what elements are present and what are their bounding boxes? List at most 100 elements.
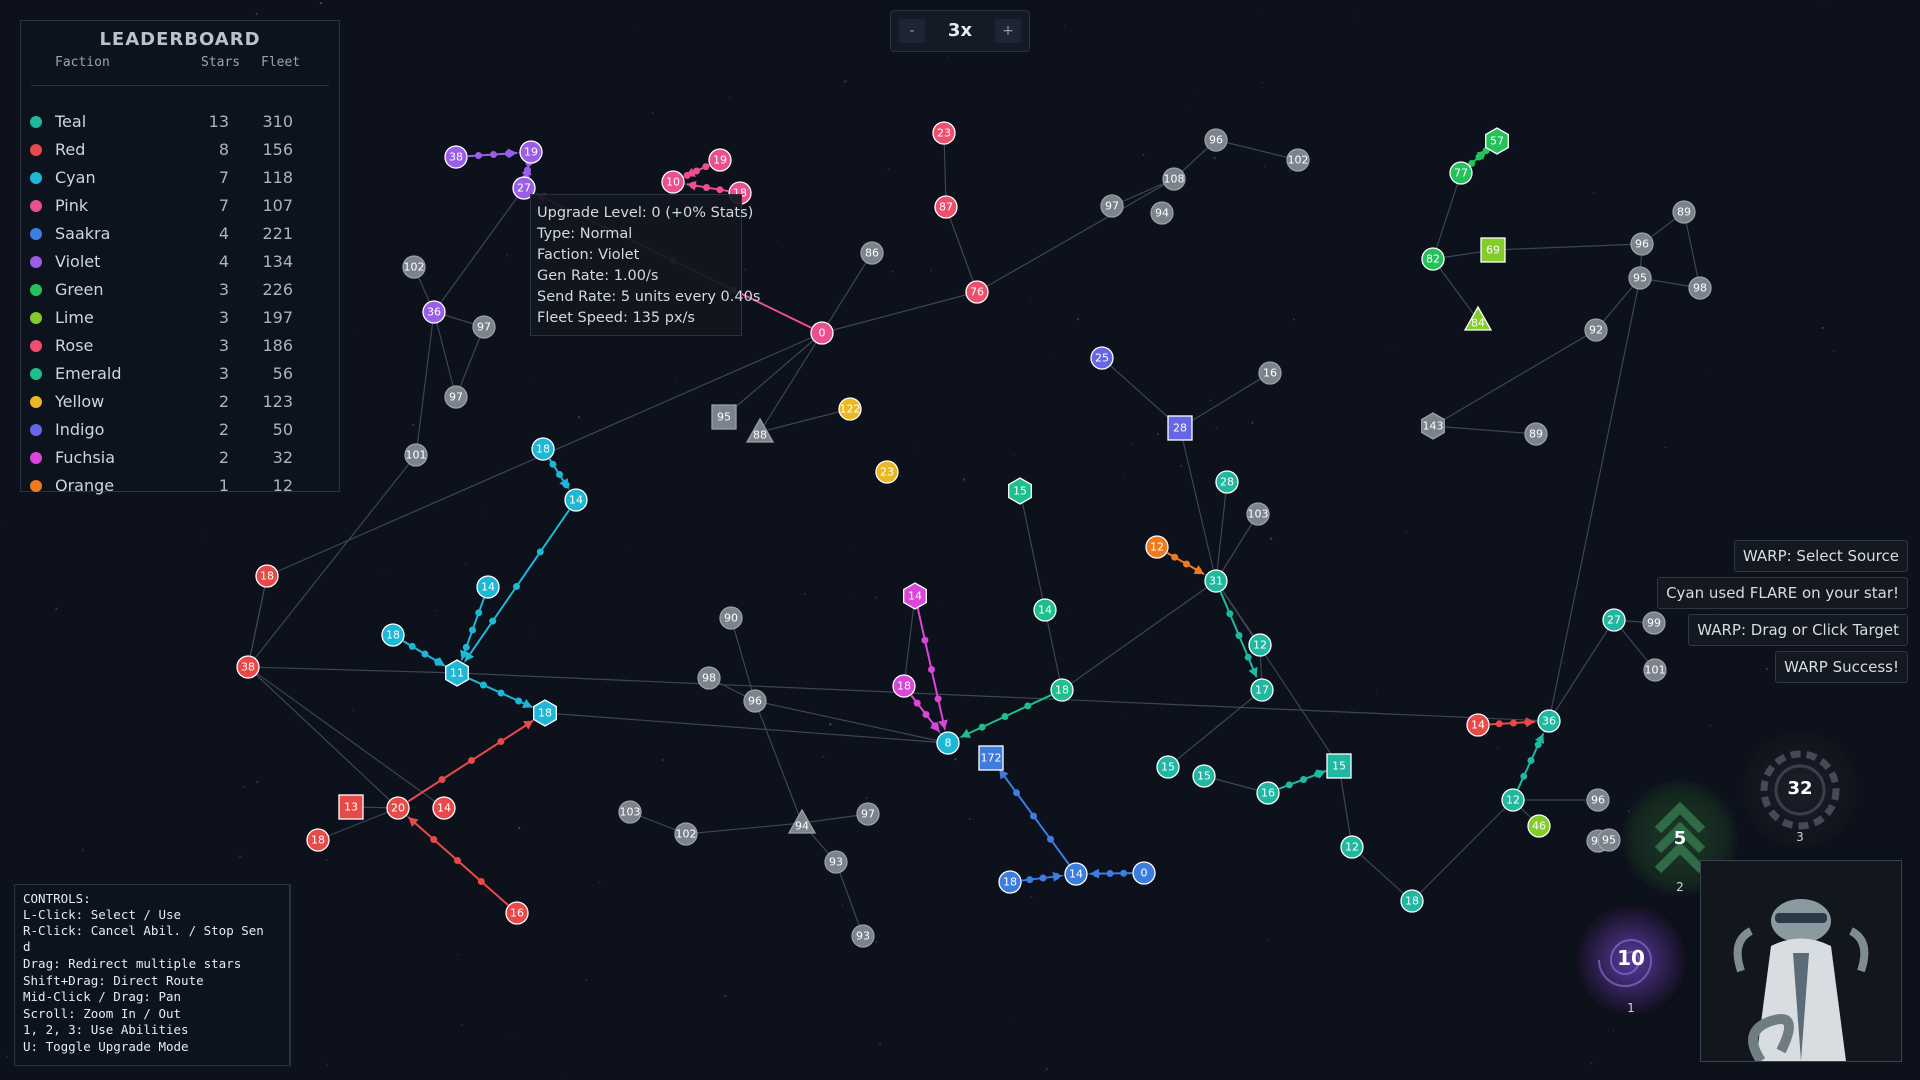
star-neutral-circle[interactable]: 101 bbox=[1643, 658, 1667, 682]
star-teal-circle[interactable]: 15 bbox=[1192, 764, 1216, 788]
star-emerald-hexagon[interactable]: 15 bbox=[1008, 477, 1032, 505]
zoom-in-button[interactable]: + bbox=[995, 19, 1021, 43]
star-cyan-hexagon[interactable]: 18 bbox=[533, 699, 557, 727]
star-pink-circle[interactable]: 19 bbox=[708, 148, 732, 172]
star-teal-circle[interactable]: 15 bbox=[1156, 755, 1180, 779]
star-red-circle[interactable]: 20 bbox=[386, 796, 410, 820]
star-neutral-circle[interactable]: 102 bbox=[1286, 148, 1310, 172]
star-teal-circle[interactable]: 12 bbox=[1501, 788, 1525, 812]
star-neutral-hexagon[interactable]: 143 bbox=[1421, 412, 1445, 440]
background-star bbox=[1765, 667, 1769, 670]
star-neutral-circle[interactable]: 96 bbox=[1586, 788, 1610, 812]
star-saakra-circle[interactable]: 14 bbox=[1064, 862, 1088, 886]
star-neutral-circle[interactable]: 97 bbox=[856, 802, 880, 826]
background-star bbox=[776, 240, 779, 242]
star-pink-circle[interactable]: 10 bbox=[661, 170, 685, 194]
star-neutral-circle[interactable]: 102 bbox=[402, 255, 426, 279]
star-neutral-triangle[interactable]: 88 bbox=[745, 417, 775, 443]
star-rose-circle[interactable]: 76 bbox=[965, 280, 989, 304]
star-teal-circle[interactable]: 27 bbox=[1602, 608, 1626, 632]
star-cyan-circle[interactable]: 14 bbox=[476, 575, 500, 599]
star-neutral-square[interactable]: 95 bbox=[711, 404, 737, 430]
faction-stars: 7 bbox=[218, 168, 229, 187]
star-neutral-circle[interactable]: 96 bbox=[1204, 128, 1228, 152]
star-neutral-circle[interactable]: 89 bbox=[1672, 200, 1696, 224]
star-yellow-circle[interactable]: 23 bbox=[875, 460, 899, 484]
star-neutral-circle[interactable]: 98 bbox=[697, 666, 721, 690]
star-green-circle[interactable]: 82 bbox=[1421, 247, 1445, 271]
star-lime-square[interactable]: 69 bbox=[1480, 237, 1506, 263]
star-neutral-circle[interactable]: 97 bbox=[1100, 194, 1124, 218]
star-green-hexagon[interactable]: 57 bbox=[1485, 127, 1509, 155]
star-neutral-circle[interactable]: 97 bbox=[472, 315, 496, 339]
star-cyan-hexagon[interactable]: 11 bbox=[445, 659, 469, 687]
star-teal-circle[interactable]: 31 bbox=[1204, 569, 1228, 593]
controls-line: U: Toggle Upgrade Mode bbox=[23, 1039, 189, 1054]
star-teal-circle[interactable]: 12 bbox=[1340, 835, 1364, 859]
star-neutral-circle[interactable]: 16 bbox=[1258, 361, 1282, 385]
star-neutral-circle[interactable]: 103 bbox=[1246, 502, 1270, 526]
star-cyan-circle[interactable]: 18 bbox=[381, 623, 405, 647]
star-cyan-circle[interactable]: 18 bbox=[531, 437, 555, 461]
star-teal-circle[interactable]: 28 bbox=[1215, 470, 1239, 494]
star-neutral-circle[interactable]: 96 bbox=[1630, 232, 1654, 256]
star-red-circle[interactable]: 18 bbox=[255, 564, 279, 588]
star-teal-circle[interactable]: 36 bbox=[1537, 709, 1561, 733]
star-teal-square[interactable]: 15 bbox=[1326, 753, 1352, 779]
star-saakra-circle[interactable]: 0 bbox=[1132, 861, 1156, 885]
zoom-out-button[interactable]: - bbox=[899, 19, 925, 43]
star-red-circle[interactable]: 38 bbox=[236, 655, 260, 679]
star-red-circle[interactable]: 18 bbox=[306, 828, 330, 852]
star-pink-circle[interactable]: 0 bbox=[810, 321, 834, 345]
star-neutral-circle[interactable]: 96 bbox=[743, 689, 767, 713]
star-neutral-circle[interactable]: 94 bbox=[1150, 201, 1174, 225]
faction-color-dot bbox=[30, 396, 42, 408]
star-neutral-circle[interactable]: 95 bbox=[1597, 828, 1621, 852]
star-rose-circle[interactable]: 87 bbox=[934, 195, 958, 219]
star-teal-circle[interactable]: 18 bbox=[1400, 889, 1424, 913]
star-cyan-circle[interactable]: 8 bbox=[936, 731, 960, 755]
star-lime-circle[interactable]: 46 bbox=[1527, 814, 1551, 838]
star-red-circle[interactable]: 14 bbox=[432, 796, 456, 820]
star-green-circle[interactable]: 77 bbox=[1449, 161, 1473, 185]
star-neutral-circle[interactable]: 92 bbox=[1584, 318, 1608, 342]
star-fuchsia-circle[interactable]: 18 bbox=[892, 674, 916, 698]
star-violet-circle[interactable]: 36 bbox=[422, 300, 446, 324]
star-neutral-circle[interactable]: 103 bbox=[618, 800, 642, 824]
star-emerald-circle[interactable]: 18 bbox=[1050, 678, 1074, 702]
star-orange-circle[interactable]: 12 bbox=[1145, 535, 1169, 559]
star-neutral-circle[interactable]: 97 bbox=[444, 385, 468, 409]
star-neutral-circle[interactable]: 102 bbox=[674, 822, 698, 846]
star-emerald-circle[interactable]: 14 bbox=[1033, 598, 1057, 622]
star-neutral-circle[interactable]: 93 bbox=[851, 924, 875, 948]
star-cyan-circle[interactable]: 14 bbox=[564, 488, 588, 512]
star-violet-circle[interactable]: 38 bbox=[444, 145, 468, 169]
star-neutral-circle[interactable]: 101 bbox=[404, 443, 428, 467]
star-neutral-circle[interactable]: 93 bbox=[824, 850, 848, 874]
star-red-circle[interactable]: 14 bbox=[1466, 713, 1490, 737]
star-neutral-circle[interactable]: 89 bbox=[1524, 422, 1548, 446]
star-teal-circle[interactable]: 12 bbox=[1248, 633, 1272, 657]
star-yellow-circle[interactable]: 122 bbox=[838, 397, 862, 421]
star-neutral-circle[interactable]: 95 bbox=[1628, 266, 1652, 290]
star-lime-triangle[interactable]: 84 bbox=[1463, 305, 1493, 331]
star-indigo-circle[interactable]: 25 bbox=[1090, 346, 1114, 370]
star-violet-circle[interactable]: 19 bbox=[519, 140, 543, 164]
star-saakra-square[interactable]: 172 bbox=[978, 745, 1004, 771]
star-neutral-circle[interactable]: 90 bbox=[719, 606, 743, 630]
star-red-circle[interactable]: 16 bbox=[505, 901, 529, 925]
star-neutral-circle[interactable]: 98 bbox=[1688, 276, 1712, 300]
star-saakra-circle[interactable]: 18 bbox=[998, 870, 1022, 894]
star-teal-circle[interactable]: 16 bbox=[1256, 781, 1280, 805]
star-neutral-circle[interactable]: 108 bbox=[1162, 167, 1186, 191]
star-neutral-circle[interactable]: 99 bbox=[1642, 611, 1666, 635]
ability-warp-button[interactable]: 10 1 bbox=[1573, 902, 1689, 1018]
hyperlane bbox=[976, 178, 1175, 293]
star-fuchsia-hexagon[interactable]: 14 bbox=[903, 582, 927, 610]
ability-shield-button[interactable]: 32 3 bbox=[1742, 732, 1858, 848]
star-rose-circle[interactable]: 23 bbox=[932, 121, 956, 145]
star-indigo-square[interactable]: 28 bbox=[1167, 415, 1193, 441]
star-red-square[interactable]: 13 bbox=[338, 794, 364, 820]
star-neutral-circle[interactable]: 86 bbox=[860, 241, 884, 265]
star-teal-circle[interactable]: 17 bbox=[1250, 678, 1274, 702]
